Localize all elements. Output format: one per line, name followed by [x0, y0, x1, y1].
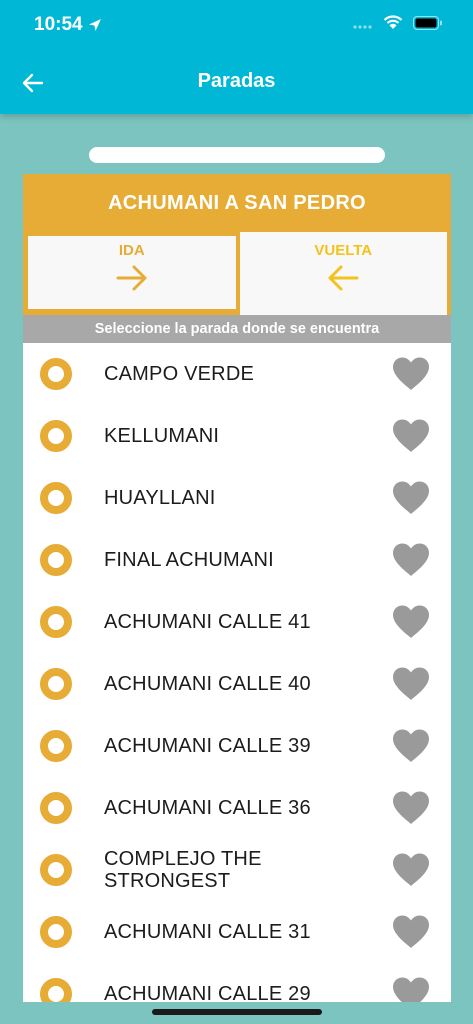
stop-marker-icon [40, 978, 72, 1002]
stop-name: ACHUMANI CALLE 31 [104, 921, 311, 943]
stop-name: HUAYLLANI [104, 487, 216, 509]
stop-item[interactable]: ACHUMANI CALLE 41 [23, 591, 451, 653]
heart-icon [393, 915, 429, 948]
stop-marker-icon [40, 668, 72, 700]
favorite-button[interactable] [391, 976, 431, 1002]
arrow-left-icon [328, 265, 359, 291]
stop-item[interactable]: KELLUMANI [23, 405, 451, 467]
heart-icon [393, 419, 429, 452]
favorite-button[interactable] [391, 418, 431, 454]
arrow-right-icon [116, 265, 147, 291]
stop-name: ACHUMANI CALLE 41 [104, 611, 311, 633]
stop-name: ACHUMANI CALLE 29 [104, 983, 311, 1002]
stop-marker-icon [40, 792, 72, 824]
status-time: 10:54 [34, 14, 103, 36]
status-icons [353, 15, 443, 30]
stop-item[interactable]: HUAYLLANI [23, 467, 451, 529]
instruction-text: Seleccione la parada donde se encuentra [23, 315, 451, 343]
favorite-button[interactable] [391, 604, 431, 640]
favorite-button[interactable] [391, 542, 431, 578]
location-arrow-icon [88, 19, 101, 31]
stop-marker-icon [40, 358, 72, 390]
stop-name: FINAL ACHUMANI [104, 549, 274, 571]
stop-item[interactable]: ACHUMANI CALLE 40 [23, 653, 451, 715]
stop-name: ACHUMANI CALLE 39 [104, 735, 311, 757]
heart-icon [393, 977, 429, 1002]
stop-item[interactable]: FINAL ACHUMANI [23, 529, 451, 591]
stop-marker-icon [40, 544, 72, 576]
stop-item[interactable]: ACHUMANI CALLE 39 [23, 715, 451, 777]
stop-marker-icon [40, 730, 72, 762]
heart-icon [393, 791, 429, 824]
wifi-icon [383, 15, 403, 29]
favorite-button[interactable] [391, 356, 431, 392]
tab-ida[interactable]: IDA [28, 236, 236, 309]
favorite-button[interactable] [391, 914, 431, 950]
tab-vuelta[interactable]: VUELTA [239, 232, 447, 315]
heart-icon [393, 729, 429, 762]
stop-marker-icon [40, 482, 72, 514]
stop-marker-icon [40, 606, 72, 638]
stop-name: ACHUMANI CALLE 40 [104, 673, 311, 695]
stop-item[interactable]: ACHUMANI CALLE 29 [23, 963, 451, 1002]
status-time-text: 10:54 [34, 14, 83, 35]
heart-icon [393, 543, 429, 576]
stop-list: CAMPO VERDE KELLUMANI HUAYLLANI FINAL AC… [23, 343, 451, 1002]
stop-item[interactable]: ACHUMANI CALLE 36 [23, 777, 451, 839]
favorite-button[interactable] [391, 728, 431, 764]
route-card: ACHUMANI A SAN PEDRO IDA VUELTA Seleccio… [23, 174, 451, 1002]
signal-icon [353, 24, 372, 29]
home-indicator[interactable] [152, 1009, 322, 1015]
heart-icon [393, 853, 429, 886]
page-title: Paradas [197, 70, 276, 92]
stop-item[interactable]: ACHUMANI CALLE 31 [23, 901, 451, 963]
tab-ida-label: IDA [118, 242, 145, 259]
stop-marker-icon [40, 916, 72, 948]
stop-item[interactable]: CAMPO VERDE [23, 343, 451, 405]
heart-icon [393, 605, 429, 638]
heart-icon [393, 357, 429, 390]
app-header: 10:54 Paradas [0, 0, 473, 114]
heart-icon [393, 481, 429, 514]
stop-marker-icon [40, 420, 72, 452]
battery-icon [413, 15, 442, 30]
stop-item[interactable]: COMPLEJO THE STRONGEST [23, 839, 451, 901]
stop-name: ACHUMANI CALLE 36 [104, 797, 311, 819]
stop-name: KELLUMANI [104, 425, 220, 447]
favorite-button[interactable] [391, 480, 431, 516]
favorite-button[interactable] [391, 852, 431, 888]
drag-handle[interactable] [89, 147, 385, 163]
favorite-button[interactable] [391, 790, 431, 826]
tab-vuelta-label: VUELTA [314, 242, 373, 259]
stop-name: COMPLEJO THE STRONGEST [104, 848, 262, 892]
direction-tabs: IDA VUELTA [23, 232, 451, 315]
favorite-button[interactable] [391, 666, 431, 702]
route-title: ACHUMANI A SAN PEDRO [23, 174, 451, 232]
stop-name: CAMPO VERDE [104, 363, 255, 385]
stop-marker-icon [40, 854, 72, 886]
heart-icon [393, 667, 429, 700]
